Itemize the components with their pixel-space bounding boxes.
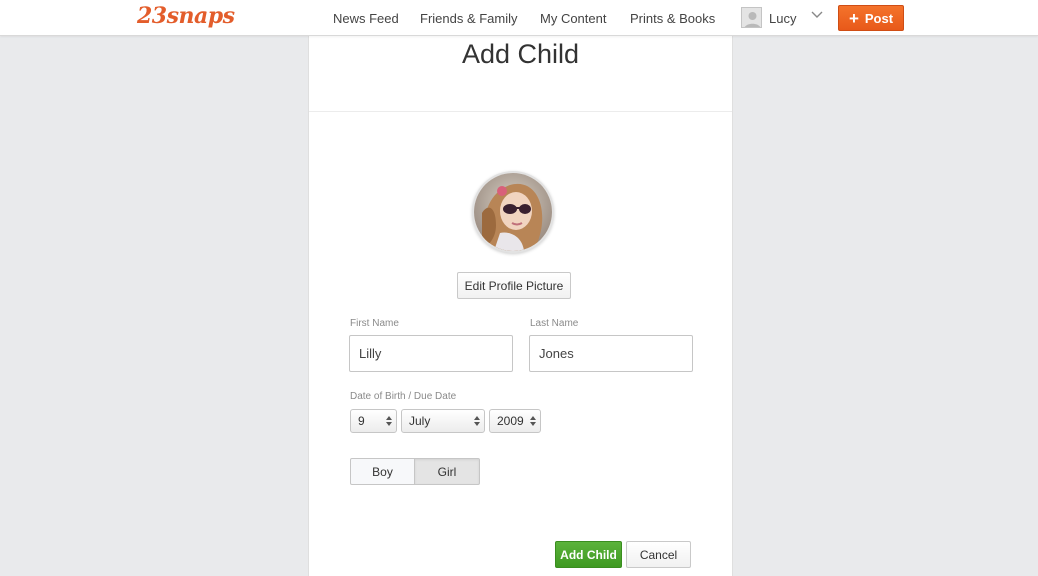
cancel-button[interactable]: Cancel — [626, 541, 691, 568]
page-title: Add Child — [461, 39, 580, 69]
last-name-field[interactable]: Jones — [529, 335, 693, 372]
top-nav-bar: 23snaps News Feed Friends & Family My Co… — [0, 0, 1038, 36]
user-name[interactable]: Lucy — [769, 11, 796, 26]
dob-month-select[interactable]: July — [401, 409, 485, 433]
app-logo[interactable]: 23snaps — [137, 3, 235, 29]
child-profile-picture — [472, 171, 554, 253]
select-arrows-icon — [530, 416, 536, 426]
post-button-label: Post — [864, 10, 894, 26]
gender-boy-option[interactable]: Boy — [350, 458, 415, 485]
nav-friends-family[interactable]: Friends & Family — [420, 11, 518, 26]
first-name-label: First Name — [350, 318, 399, 329]
first-name-field[interactable]: Lilly — [349, 335, 513, 372]
add-child-button[interactable]: Add Child — [555, 541, 622, 568]
dob-year-value: 2009 — [497, 414, 524, 428]
last-name-label: Last Name — [530, 318, 579, 329]
nav-news-feed[interactable]: News Feed — [333, 11, 399, 26]
dob-day-value: 9 — [358, 414, 365, 428]
dob-month-value: July — [409, 414, 431, 428]
edit-profile-picture-button[interactable]: Edit Profile Picture — [457, 272, 571, 299]
dob-year-select[interactable]: 2009 — [489, 409, 541, 433]
plus-icon: + — [848, 8, 859, 28]
nav-prints-books[interactable]: Prints & Books — [630, 11, 715, 26]
panel-header: Add Child — [309, 36, 732, 112]
select-arrows-icon — [474, 416, 480, 426]
user-avatar-icon[interactable] — [741, 7, 762, 28]
add-child-panel: Add Child — [308, 36, 733, 576]
dob-label: Date of Birth / Due Date — [350, 391, 457, 402]
select-arrows-icon — [386, 416, 392, 426]
dob-day-select[interactable]: 9 — [350, 409, 397, 433]
chevron-down-icon[interactable] — [810, 8, 824, 22]
gender-girl-option[interactable]: Girl — [414, 458, 480, 485]
post-button[interactable]: + Post — [838, 5, 904, 31]
nav-my-content[interactable]: My Content — [540, 11, 606, 26]
